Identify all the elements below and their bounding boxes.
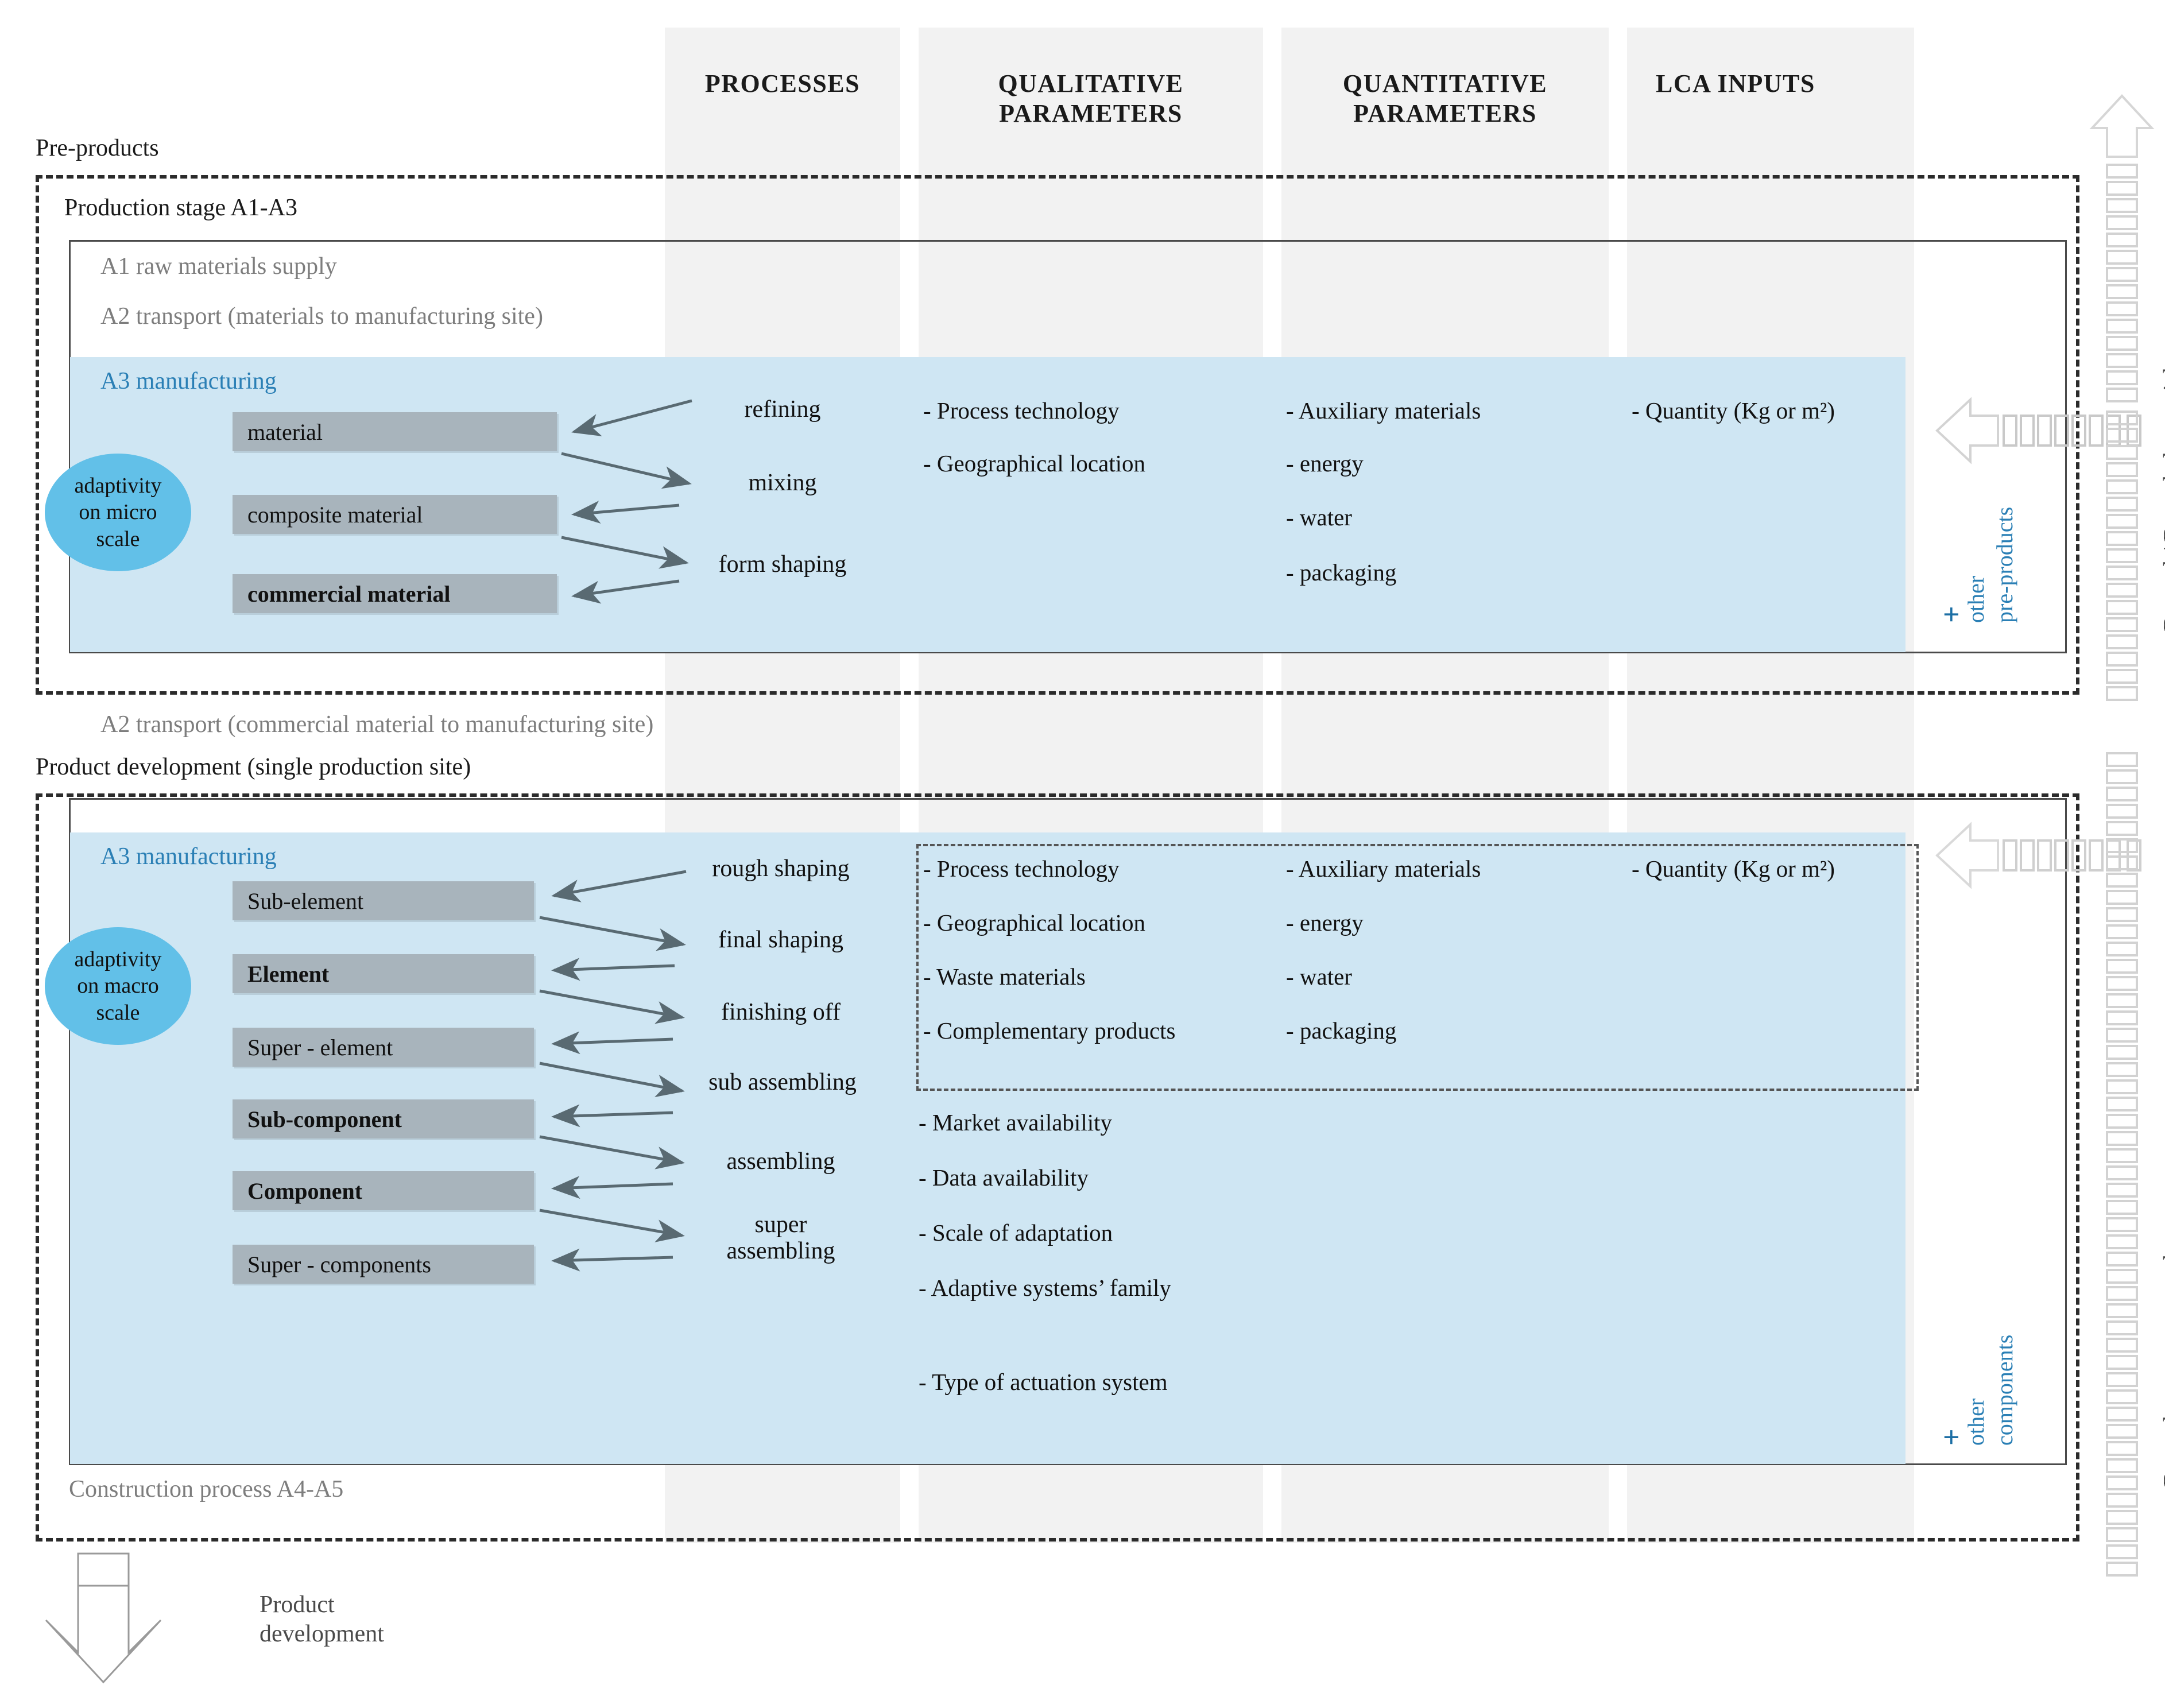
quantitative-bottom-item-3: - packaging [1286, 1017, 1397, 1044]
process-finishing-off: finishing off [721, 999, 841, 1025]
process-super-assembling-line1: super [754, 1211, 807, 1238]
reused-components-label: Reused components, sub-systems [2159, 1163, 2165, 1487]
legend-product-development-label: Product development [260, 1590, 384, 1649]
construction-process-label: Construction process A4-A5 [69, 1476, 344, 1502]
qualitative-bottom-free-0: - Market availability [919, 1109, 1112, 1136]
qualitative-bottom-boxed-3: - Complementary products [923, 1017, 1176, 1044]
recycle-arrow-up-top [2089, 94, 2155, 701]
process-assembling: assembling [726, 1148, 835, 1175]
qualitative-bottom-boxed-1: - Geographical location [923, 909, 1146, 936]
legend-line1: Product [260, 1591, 335, 1618]
quantitative-bottom-item-2: - water [1286, 963, 1352, 990]
other-components-line2: components [1992, 1334, 2017, 1446]
qualitative-bottom-free-2: - Scale of adaptation [919, 1219, 1113, 1246]
qualitative-bottom-free-4: - Type of actuation system [919, 1369, 1168, 1395]
legend-line2: development [260, 1621, 384, 1648]
qualitative-bottom-boxed-2: - Waste materials [923, 963, 1086, 990]
process-sub-assembling: sub assembling [708, 1069, 857, 1095]
qualitative-bottom-free-3: - Adaptive systems’ family [919, 1275, 1171, 1301]
quantitative-bottom-item-1: - energy [1286, 909, 1364, 936]
quantitative-bottom-item-0: - Auxiliary materials [1286, 855, 1481, 882]
process-final-shaping: final shaping [718, 927, 844, 953]
product-development-legend-icon [45, 1552, 162, 1684]
process-rough-shaping: rough shaping [712, 855, 850, 882]
process-super-assembling-line2: assembling [726, 1238, 835, 1265]
reused-recycled-materials-label: Reused / Recycled materials [2159, 358, 2165, 632]
lca-bottom-item-0: - Quantity (Kg or m²) [1632, 855, 1835, 882]
process-super-assembling: super assembling [649, 1211, 913, 1264]
qualitative-bottom-free-1: - Data availability [919, 1164, 1089, 1191]
other-components-line1: other [1963, 1398, 1989, 1446]
qualitative-bottom-boxed-0: - Process technology [923, 855, 1120, 882]
recycle-arrow-up-bottom [2106, 752, 2138, 1577]
